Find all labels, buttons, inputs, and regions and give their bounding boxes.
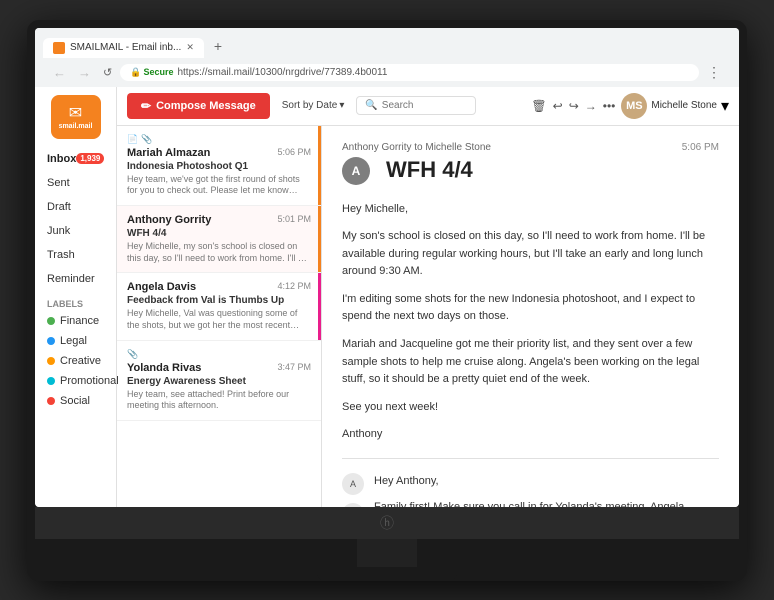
logo[interactable]: ✉ smail.mail [51,95,101,139]
user-avatar: MS [621,93,647,119]
toolbar-actions: 🗑 ↩ ↪ → ••• MS Michelle Stone ▾ [531,93,729,119]
label-creative[interactable]: Creative [35,351,116,371]
email-accent-bar [318,126,321,205]
user-name: Michelle Stone [651,100,717,111]
forward-button[interactable]: → [74,63,95,82]
lock-icon: 🔒 [130,67,141,78]
compose-icon: ✏ [141,99,151,113]
email-divider [342,458,719,459]
email-detail-pane: Anthony Gorrity to Michelle Stone 5:06 P… [322,126,739,507]
compose-button[interactable]: ✏ Compose Message [127,93,270,119]
email-item[interactable]: 📎 Yolanda Rivas 3:47 PM Energy Awareness… [117,341,321,421]
labels-section-header: Labels [35,291,116,311]
email-item[interactable]: 📄 📎 Mariah Almazan 5:06 PM Indonesia Pho… [117,126,321,206]
sort-dropdown[interactable]: Sort by Date ▾ [276,96,351,115]
user-dropdown-icon: ▾ [721,96,729,116]
reply-body: Hey Anthony, Family first! Make sure you… [374,473,719,506]
label-promotional[interactable]: Promotional [35,371,116,391]
email-body: Hey Michelle, My son's school is closed … [342,201,719,445]
calendar-icon: 📄 [127,134,138,145]
label-social[interactable]: Social [35,391,116,411]
browser-menu-button[interactable]: ⋮ [703,62,725,83]
delete-icon[interactable]: 🗑 [531,99,546,113]
main-toolbar: ✏ Compose Message Sort by Date ▾ 🔍 🗑 ↩ [117,87,739,126]
close-tab-icon[interactable]: ✕ [186,42,194,53]
redo-icon[interactable]: ↪ [569,99,579,113]
promotional-dot [47,377,55,385]
reply-attachment-icon: 📎 [342,503,364,506]
label-legal[interactable]: Legal [35,331,116,351]
sidebar-item-sent[interactable]: Sent [35,171,116,195]
sidebar: ✉ smail.mail Inbox 1,939 Sent Draft Junk [35,87,117,507]
email-accent-bar [318,273,321,339]
forward-action-icon[interactable]: → [585,99,597,113]
reply-section: A 📎 Hey Anthony, Family first! Make sure… [342,473,719,506]
email-from-to: Anthony Gorrity to Michelle Stone [342,142,491,153]
legal-dot [47,337,55,345]
attachment-icon: 📎 [127,349,138,360]
monitor-stand-neck [357,539,417,567]
email-item[interactable]: Angela Davis 4:12 PM Feedback from Val i… [117,273,321,340]
back-button[interactable]: ← [49,63,70,82]
search-icon: 🔍 [365,100,377,111]
sidebar-item-junk[interactable]: Junk [35,219,116,243]
user-menu[interactable]: MS Michelle Stone ▾ [621,93,729,119]
sidebar-item-reminder[interactable]: Reminder [35,267,116,291]
logo-text: smail.mail [59,123,93,130]
sidebar-item-draft[interactable]: Draft [35,195,116,219]
email-item[interactable]: Anthony Gorrity 5:01 PM WFH 4/4 Hey Mich… [117,206,321,273]
search-box[interactable]: 🔍 [356,96,476,115]
url-text: https://smail.mail/10300/nrgdrive/77389.… [177,67,387,78]
finance-dot [47,317,55,325]
email-list: 📄 📎 Mariah Almazan 5:06 PM Indonesia Pho… [117,126,322,507]
hp-logo: ⓗ [35,507,739,539]
attachment-icon: 📎 [141,134,152,145]
logo-icon: ✉ [69,103,82,123]
new-tab-button[interactable]: + [206,34,230,58]
refresh-button[interactable]: ↺ [99,64,116,81]
sort-chevron-icon: ▾ [339,100,344,111]
label-finance[interactable]: Finance [35,311,116,331]
inbox-badge: 1,939 [76,153,104,164]
email-detail-time: 5:06 PM [682,142,719,153]
sidebar-item-trash[interactable]: Trash [35,243,116,267]
email-accent-bar [318,206,321,272]
address-bar[interactable]: 🔒 Secure https://smail.mail/10300/nrgdri… [120,64,699,81]
sidebar-item-inbox[interactable]: Inbox 1,939 [35,147,116,171]
sender-avatar: A [342,157,370,185]
search-input[interactable] [382,100,468,111]
tab-label: SMAILMAIL - Email inb... [70,42,181,53]
undo-icon[interactable]: ↩ [553,99,563,113]
more-options-icon[interactable]: ••• [603,99,616,113]
reply-person-icon: A [342,473,364,495]
tab-favicon [53,42,65,54]
email-detail-subject: WFH 4/4 [386,157,473,183]
social-dot [47,397,55,405]
secure-badge: 🔒 Secure [130,67,173,78]
creative-dot [47,357,55,365]
active-browser-tab[interactable]: SMAILMAIL - Email inb... ✕ [43,38,204,58]
monitor-stand-base [317,567,457,581]
